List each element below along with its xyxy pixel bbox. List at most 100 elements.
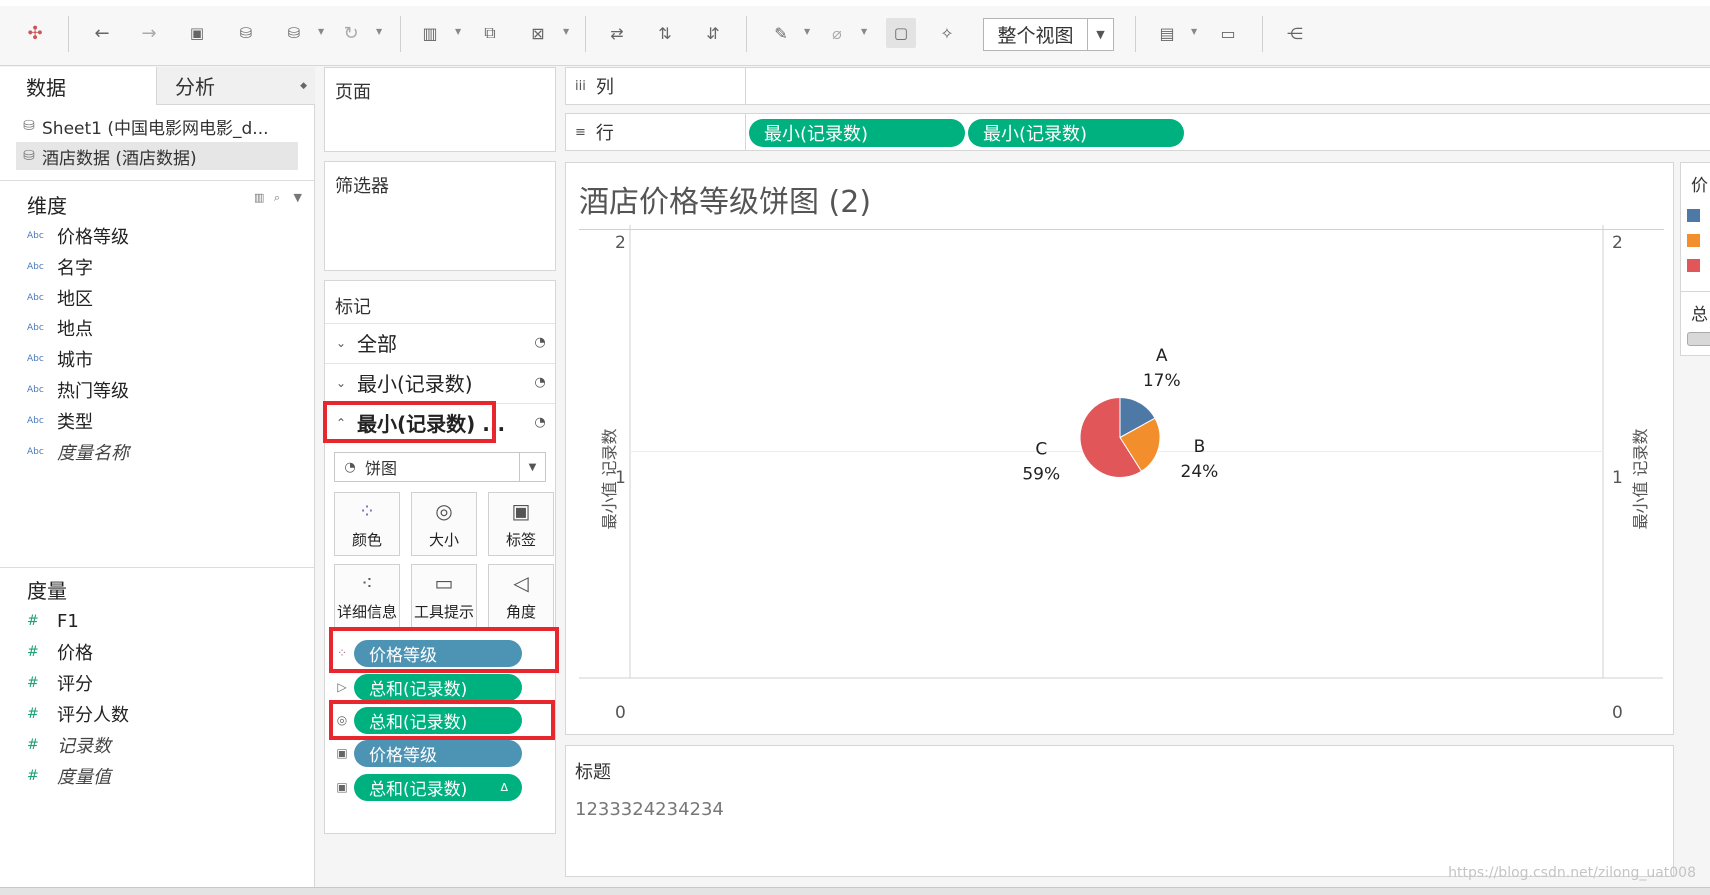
angle-button[interactable]: ◁ 角度: [488, 564, 554, 628]
group-members-icon[interactable]: ⌀: [822, 18, 852, 48]
chevron-down-icon[interactable]: ▼: [318, 28, 326, 36]
detail-button[interactable]: ⁖ 详细信息: [334, 564, 400, 628]
chevron-down-icon[interactable]: ▼: [804, 28, 812, 36]
view-mode-select[interactable]: 整个视图 ▼: [983, 18, 1114, 51]
dimension-field[interactable]: Abc 城市: [27, 344, 93, 374]
string-type-icon: Abc: [27, 416, 44, 426]
list-view-icon[interactable]: ▥: [254, 191, 264, 204]
angle-icon: ◁: [513, 570, 529, 595]
label-button[interactable]: ▣ 标签: [488, 492, 554, 556]
new-worksheet-icon[interactable]: ▥: [415, 18, 445, 48]
redo-icon[interactable]: →: [134, 18, 164, 48]
chevron-down-icon[interactable]: ▼: [294, 191, 302, 204]
row-pill[interactable]: 最小(记录数): [968, 119, 1184, 147]
legend-swatch-b[interactable]: [1687, 234, 1700, 247]
number-type-icon: #: [27, 706, 39, 722]
clear-sheet-icon[interactable]: ⊠: [523, 18, 553, 48]
chevron-down-icon[interactable]: ▼: [861, 28, 869, 36]
pause-updates-icon[interactable]: ⛁: [279, 18, 309, 48]
string-type-icon: Abc: [27, 385, 44, 395]
swap-rows-columns-icon[interactable]: ⇄: [602, 18, 632, 48]
color-legend[interactable]: 价: [1680, 162, 1710, 292]
measure-field[interactable]: # 价格: [27, 637, 93, 667]
duplicate-sheet-icon[interactable]: ⧉: [475, 18, 505, 48]
show-cards-icon[interactable]: ▤: [1152, 18, 1182, 48]
pane-tabs: 数据 分析 ◆: [0, 67, 315, 105]
size-legend-slider[interactable]: [1687, 332, 1710, 346]
dimension-field[interactable]: Abc 类型: [27, 406, 93, 436]
sort-descending-icon[interactable]: ⇵: [698, 18, 728, 48]
measure-field[interactable]: # 度量值: [27, 761, 111, 791]
pie-mark-icon: ◔: [534, 375, 546, 390]
measure-field[interactable]: # 评分: [27, 668, 93, 698]
undo-icon[interactable]: ←: [87, 18, 117, 48]
dimension-field[interactable]: Abc 热门等级: [27, 375, 129, 405]
mark-pill[interactable]: 总和(记录数): [354, 673, 522, 701]
presentation-mode-icon[interactable]: ▭: [1213, 18, 1243, 48]
mark-type-select[interactable]: ◔ 饼图 ▼: [334, 452, 546, 482]
size-legend[interactable]: 总: [1680, 292, 1710, 356]
mark-pill[interactable]: 总和(记录数) Δ: [354, 773, 522, 801]
dimension-field[interactable]: Abc 地区: [27, 283, 93, 313]
chevron-down-icon[interactable]: ▼: [455, 28, 463, 36]
pages-card[interactable]: 页面: [324, 67, 556, 152]
rows-shelf[interactable]: ≡ 行 最小(记录数) 最小(记录数): [565, 113, 1710, 151]
chevron-down-icon[interactable]: ▼: [519, 453, 545, 481]
new-datasource-icon[interactable]: ⛁: [231, 18, 261, 48]
title-strip: [0, 0, 1710, 6]
dimension-field[interactable]: Abc 度量名称: [27, 437, 129, 467]
legend-title: 价: [1691, 176, 1708, 196]
tab-analysis[interactable]: 分析 ◆: [156, 67, 315, 105]
toolbar-separator: [1135, 16, 1136, 52]
measures-title: 度量: [27, 579, 67, 603]
sheet-tabs-bar[interactable]: [0, 887, 1710, 895]
tooltip-button[interactable]: ▭ 工具提示: [411, 564, 477, 628]
row-pill[interactable]: 最小(记录数): [749, 119, 965, 147]
chevron-down-icon[interactable]: ▼: [563, 28, 571, 36]
datasource-sheet1[interactable]: ⛁ Sheet1 (中国电影网电影_d...: [16, 112, 298, 140]
size-button[interactable]: ◎ 大小: [411, 492, 477, 556]
tooltip-icon: ▭: [434, 570, 454, 595]
measure-field[interactable]: # F1: [27, 606, 79, 636]
mark-pill-row[interactable]: ▣ 价格等级: [330, 738, 545, 768]
dimension-field[interactable]: Abc 价格等级: [27, 221, 129, 251]
sort-ascending-icon[interactable]: ⇅: [650, 18, 680, 48]
share-icon[interactable]: ⋲: [1280, 18, 1310, 48]
toolbar-separator: [68, 16, 69, 52]
tab-data[interactable]: 数据: [0, 67, 156, 105]
field-label: F1: [57, 610, 79, 632]
measure-field[interactable]: # 评分人数: [27, 699, 129, 729]
tab-scroll-icon[interactable]: ◆: [300, 81, 307, 91]
filters-card[interactable]: 筛选器: [324, 161, 556, 271]
marks-row-label: 最小(记录数): [357, 372, 473, 396]
marks-min-row[interactable]: ⌄ 最小(记录数) ◔: [325, 363, 555, 401]
mark-pill-row[interactable]: ▷ 总和(记录数): [330, 672, 545, 702]
columns-shelf[interactable]: iii 列: [565, 67, 1710, 105]
caption-panel[interactable]: 标题 1233324234234: [565, 745, 1674, 877]
dimension-field[interactable]: Abc 地点: [27, 313, 93, 343]
y-tick-right: 1: [1612, 468, 1623, 488]
refresh-icon[interactable]: ↻: [336, 18, 366, 48]
mark-pill[interactable]: 价格等级: [354, 739, 522, 767]
show-mark-labels-icon[interactable]: ▢: [886, 18, 916, 48]
pages-title: 页面: [335, 82, 371, 103]
tableau-logo-icon[interactable]: ✣: [20, 18, 50, 48]
chevron-down-icon[interactable]: ▼: [1087, 19, 1113, 50]
dimension-field[interactable]: Abc 名字: [27, 252, 93, 282]
chevron-down-icon[interactable]: ▼: [376, 28, 384, 36]
mark-pill-row[interactable]: ▣ 总和(记录数) Δ: [330, 772, 545, 802]
legend-swatch-c[interactable]: [1687, 259, 1700, 272]
color-button[interactable]: ⁘ 颜色: [334, 492, 400, 556]
highlight-icon[interactable]: ✎: [766, 18, 796, 48]
save-icon[interactable]: ▣: [182, 18, 212, 48]
field-label: 记录数: [57, 736, 111, 757]
pie-label-percent: 24%: [1181, 462, 1219, 482]
legend-swatch-a[interactable]: [1687, 209, 1700, 222]
search-icon[interactable]: ⌕: [274, 191, 280, 204]
string-type-icon: Abc: [27, 293, 44, 303]
measure-field[interactable]: # 记录数: [27, 730, 111, 760]
marks-all-row[interactable]: ⌄ 全部 ◔: [325, 323, 555, 361]
datasource-hotel[interactable]: ⛁ 酒店数据 (酒店数据): [16, 142, 298, 170]
fix-axes-icon[interactable]: ✧: [932, 18, 962, 48]
chevron-down-icon[interactable]: ▼: [1191, 28, 1199, 36]
